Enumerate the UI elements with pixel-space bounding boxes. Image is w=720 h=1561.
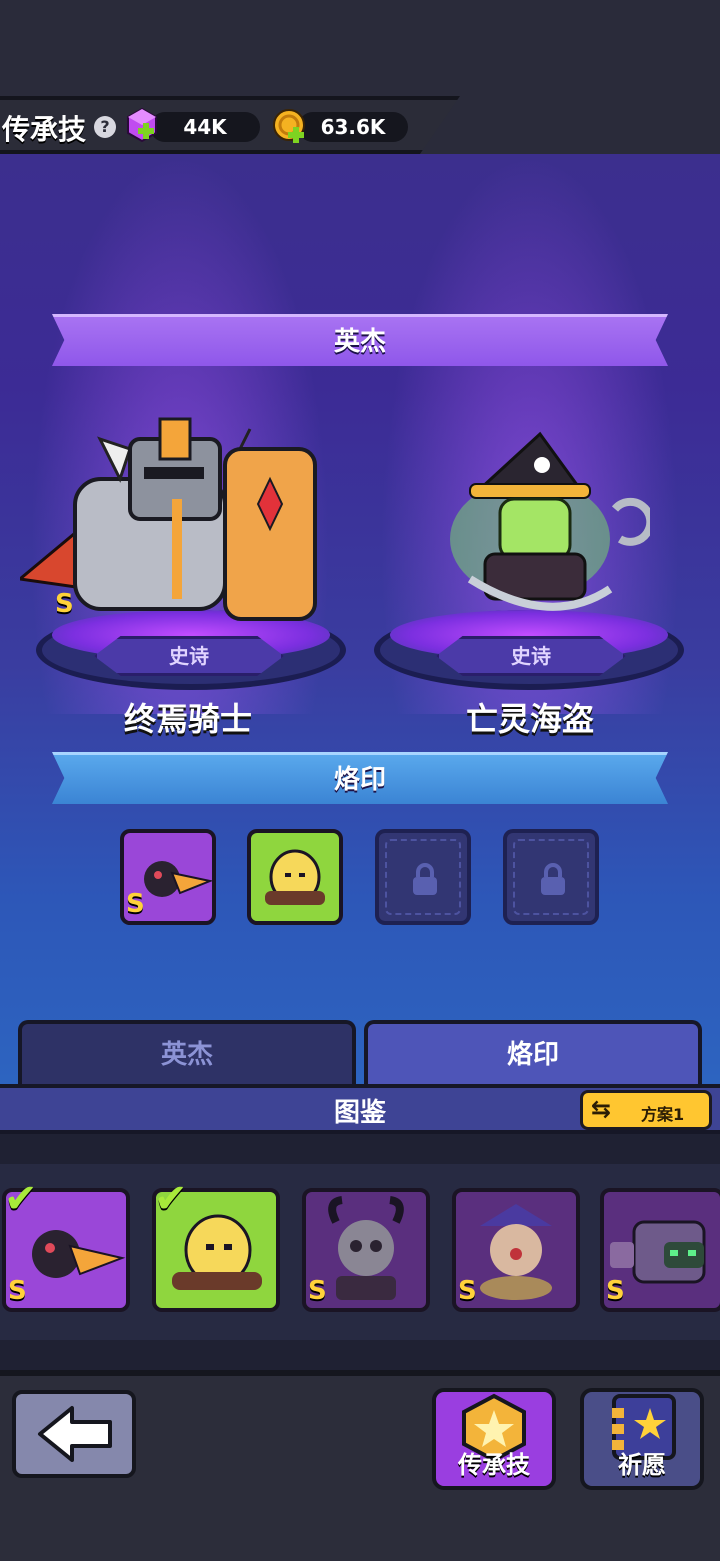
doom-knight-sprite[interactable]: S <box>20 409 330 629</box>
tab-heroes[interactable]: 英杰 <box>18 1020 356 1084</box>
hero-name-right: 亡灵海盗 <box>465 700 594 738</box>
gem-amount: 44K <box>183 115 227 139</box>
lock-icon <box>413 863 437 895</box>
legacy-skill-button[interactable]: 传承技 <box>432 1388 556 1490</box>
legacy-skill-label: 传承技 <box>458 1451 530 1479</box>
plan-label: 方案1 <box>641 1105 685 1124</box>
codex-header: 图鉴 ⇆ 方案1 <box>0 1084 720 1134</box>
owned-check-icon: ✔ <box>4 1176 38 1222</box>
undead-pirate-sprite[interactable] <box>430 429 650 629</box>
hero-name-left: 终焉骑士 <box>123 700 252 738</box>
help-icon[interactable]: ? <box>94 116 116 138</box>
codex-card-crow[interactable]: ✔ S <box>2 1176 130 1312</box>
back-arrow-icon <box>38 1406 112 1462</box>
coin-counter: 63.6K <box>298 112 408 142</box>
codex-card-jester[interactable]: S <box>452 1188 580 1312</box>
imprint-slot-4[interactable] <box>503 829 599 925</box>
card-rank-badge: S <box>606 1276 625 1306</box>
gem-plus-icon[interactable] <box>126 108 158 142</box>
codex-card-skull[interactable]: S <box>302 1188 430 1312</box>
plan-switch-button[interactable]: ⇆ 方案1 <box>580 1090 712 1130</box>
banana-icon <box>265 849 325 905</box>
codex-card-banana[interactable]: ✔ <box>152 1176 280 1312</box>
back-button[interactable] <box>12 1390 136 1478</box>
coin-amount: 63.6K <box>320 115 386 139</box>
hero-rarity-right: 史诗 <box>436 636 626 676</box>
wish-label: 祈愿 <box>618 1451 666 1479</box>
imprint-slot-2[interactable] <box>247 829 343 925</box>
hero-rank-badge: S <box>55 589 74 619</box>
imprint-slot-1[interactable]: S <box>120 829 216 925</box>
resource-bar-slant <box>420 96 720 154</box>
card-rank-badge: S <box>458 1276 477 1306</box>
wish-button[interactable]: 祈愿 <box>580 1388 704 1490</box>
hero-stage: 英杰 S 史诗 终焉骑士 史诗 亡灵海盗 烙印 S <box>0 154 720 1084</box>
hero-rarity-left: 史诗 <box>94 636 284 676</box>
lock-icon <box>541 863 565 895</box>
tab-imprint[interactable]: 烙印 <box>364 1020 702 1084</box>
imprint-slot-3[interactable] <box>375 829 471 925</box>
card-rank-badge: S <box>8 1276 27 1306</box>
heroes-banner: 英杰 <box>52 314 668 366</box>
gem-counter: 44K <box>150 112 260 142</box>
imprint-banner: 烙印 <box>52 752 668 804</box>
tab-bar: 英杰 烙印 <box>0 1020 720 1084</box>
card-rank-badge: S <box>308 1276 327 1306</box>
coin-plus-icon[interactable] <box>272 108 308 144</box>
codex-card-mech[interactable]: S <box>600 1188 720 1312</box>
swap-arrows-icon: ⇆ <box>591 1095 612 1123</box>
top-safe-area <box>0 0 720 96</box>
resource-bar: 传承技 ? 44K 63.6K <box>0 96 720 154</box>
page-title: 传承技 <box>2 113 87 146</box>
imprint-rank-badge: S <box>126 889 145 919</box>
owned-check-icon: ✔ <box>154 1176 188 1222</box>
